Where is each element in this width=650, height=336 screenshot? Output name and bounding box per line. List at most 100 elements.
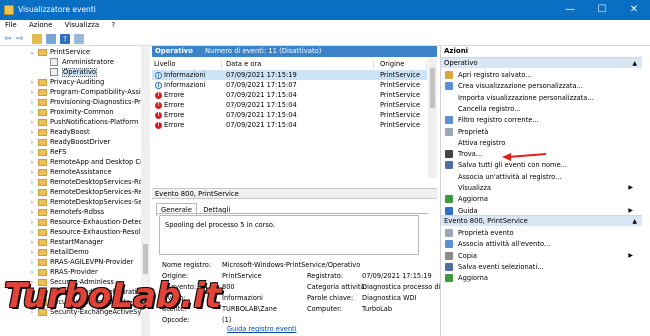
tree-item[interactable]: › ReFS (0, 148, 141, 157)
tree-item[interactable]: › ReadyBoostDriver (0, 138, 141, 147)
chevron-right-icon[interactable]: › (29, 128, 35, 137)
tree-item[interactable]: › RRAS-AGILEVPN-Provider (0, 258, 141, 267)
action-item[interactable]: Salva eventi selezionati... (445, 262, 639, 272)
tree-item[interactable]: › Program-Compatibility-Assist (0, 88, 147, 97)
action-item[interactable]: Proprietà evento (445, 228, 639, 238)
chevron-right-icon[interactable]: › (29, 238, 35, 247)
cell-source: PrintService (380, 101, 421, 109)
tree-item-label: Resource-Exhaustion-Detecto (50, 218, 149, 226)
maximize-button[interactable]: ☐ (586, 0, 618, 20)
action-label: Aggiorna (458, 195, 488, 204)
tree-item[interactable]: › RemoteDesktopServices-RdpC (0, 178, 149, 187)
tree-item-label: RemoteApp and Desktop Con (50, 158, 149, 166)
table-row[interactable]: ! Errore 07/09/2021 17:15:04 PrintService (152, 110, 427, 120)
action-item[interactable]: Proprietà (445, 127, 639, 137)
table-row[interactable]: ! Errore 07/09/2021 17:15:04 PrintService (152, 120, 427, 130)
actions-section-operativo[interactable]: Operativo ▲ (441, 57, 642, 68)
action-item[interactable]: Filtro registro corrente... (445, 115, 639, 125)
tree-item[interactable]: Operativo (0, 68, 141, 77)
guida-registro-link[interactable]: Guida registro eventi (227, 325, 296, 333)
tree-scroll-thumb[interactable] (143, 244, 148, 274)
tree-item[interactable]: › Resource-Exhaustion-Detecto (0, 218, 149, 227)
log-name: Operativo (155, 47, 193, 55)
chevron-right-icon[interactable]: › (29, 98, 35, 107)
chevron-down-icon[interactable]: ⌄ (29, 48, 35, 57)
chevron-right-icon[interactable]: › (29, 148, 35, 157)
chevron-right-icon[interactable]: › (29, 198, 35, 207)
folder-icon (38, 109, 47, 116)
action-item[interactable]: Associa un'attività al registro... (445, 172, 639, 182)
tree-item[interactable]: › RemoteDesktopServices-Rem (0, 188, 149, 197)
tree-item[interactable]: › Resource-Exhaustion-Resolve (0, 228, 149, 237)
close-button[interactable]: ✕ (618, 0, 650, 20)
tree-item[interactable]: › Privacy-Auditing (0, 78, 141, 87)
tree-item[interactable]: › Proximity-Common (0, 108, 141, 117)
chevron-right-icon[interactable]: › (29, 248, 35, 257)
tree-item-label: ReadyBoostDriver (50, 138, 111, 146)
column-livello[interactable]: Livello (152, 60, 222, 69)
tree-item[interactable]: › RemoteDesktopServices-Sessi (0, 198, 149, 207)
forward-arrow-icon[interactable]: ⇨ (16, 34, 26, 44)
action-label: Filtro registro corrente... (458, 116, 539, 125)
tree-item[interactable]: › Remotefs-Rdbss (0, 208, 141, 217)
action-item[interactable]: Apri registro salvato... (445, 70, 639, 80)
column-data-ora[interactable]: Data e ora (224, 60, 374, 69)
action-item[interactable]: Importa visualizzazione personalizzata..… (445, 93, 639, 103)
folder-icon (38, 219, 47, 226)
back-arrow-icon[interactable]: ⇦ (4, 34, 14, 44)
help-icon[interactable]: ? (60, 34, 70, 44)
tree-item[interactable]: › RemoteAssistance (0, 168, 141, 177)
chevron-right-icon[interactable]: › (29, 158, 35, 167)
menu-azione[interactable]: Azione (24, 20, 57, 30)
chevron-right-icon[interactable]: › (29, 78, 35, 87)
chevron-right-icon[interactable]: › (29, 138, 35, 147)
table-row[interactable]: i Informazioni 07/09/2021 17:15:07 PrintSer… (152, 80, 427, 90)
action-item[interactable]: Copia ▶ (445, 251, 639, 261)
chevron-right-icon[interactable]: › (29, 228, 35, 237)
action-item[interactable]: Attiva registro (445, 138, 639, 148)
tree-item[interactable]: ⌄ PrintService (0, 48, 141, 57)
menu-file[interactable]: File (0, 20, 22, 30)
tree-item[interactable]: › RetailDemo (0, 248, 141, 257)
events-scrollbar[interactable] (428, 58, 437, 178)
table-row[interactable]: ! Errore 07/09/2021 17:15:04 PrintService (152, 90, 427, 100)
tree-item[interactable]: › RestartManager (0, 238, 141, 247)
chevron-right-icon[interactable]: › (29, 168, 35, 177)
action-item[interactable]: Crea visualizzazione personalizzata... (445, 81, 639, 91)
tree-item-label: Proximity-Common (50, 108, 114, 116)
events-scroll-thumb[interactable] (430, 68, 435, 108)
table-row[interactable]: i Informazioni 07/09/2021 17:15:19 PrintSer… (152, 70, 427, 80)
cell-level: Informazioni (164, 81, 206, 89)
actions-section-evento[interactable]: Evento 800, PrintService ▲ (441, 215, 642, 226)
action-item[interactable]: Aggiorna (445, 194, 639, 204)
folder-icon[interactable] (32, 34, 42, 44)
chevron-right-icon[interactable]: › (29, 88, 35, 97)
chevron-right-icon[interactable]: › (29, 108, 35, 117)
action-item[interactable]: Cancella registro... (445, 104, 639, 114)
minimize-button[interactable]: — (554, 0, 586, 20)
tree-item[interactable]: › ReadyBoost (0, 128, 141, 137)
tree-item[interactable]: › RemoteApp and Desktop Con (0, 158, 148, 167)
column-origine[interactable]: Origine (378, 60, 427, 69)
refresh-icon (445, 195, 453, 204)
action-item[interactable]: Visualizza ▶ (445, 183, 639, 193)
tree-item[interactable]: › Provisioning-Diagnostics-Pro (0, 98, 145, 107)
chevron-right-icon[interactable]: › (29, 218, 35, 227)
chevron-right-icon[interactable]: › (29, 178, 35, 187)
action-item[interactable]: Aggiorna (445, 273, 639, 283)
annotation-arrow-icon (502, 153, 547, 161)
table-row[interactable]: ! Errore 07/09/2021 17:15:04 PrintService (152, 100, 427, 110)
chevron-right-icon[interactable]: › (29, 118, 35, 127)
tree-item[interactable]: Amministratore (0, 58, 141, 67)
view-icon[interactable] (74, 34, 84, 44)
menu-visualizza[interactable]: Visualizza (60, 20, 104, 30)
chevron-right-icon[interactable]: › (29, 188, 35, 197)
menu-help[interactable]: ? (106, 20, 120, 30)
chevron-right-icon[interactable]: › (29, 258, 35, 267)
tree-item[interactable]: › PushNotifications-Platform (0, 118, 141, 127)
panel-icon[interactable] (46, 34, 56, 44)
chevron-right-icon[interactable]: › (29, 208, 35, 217)
action-item[interactable]: Associa attività all'evento... (445, 239, 639, 249)
folder-icon (38, 79, 47, 86)
folder-icon (38, 239, 47, 246)
